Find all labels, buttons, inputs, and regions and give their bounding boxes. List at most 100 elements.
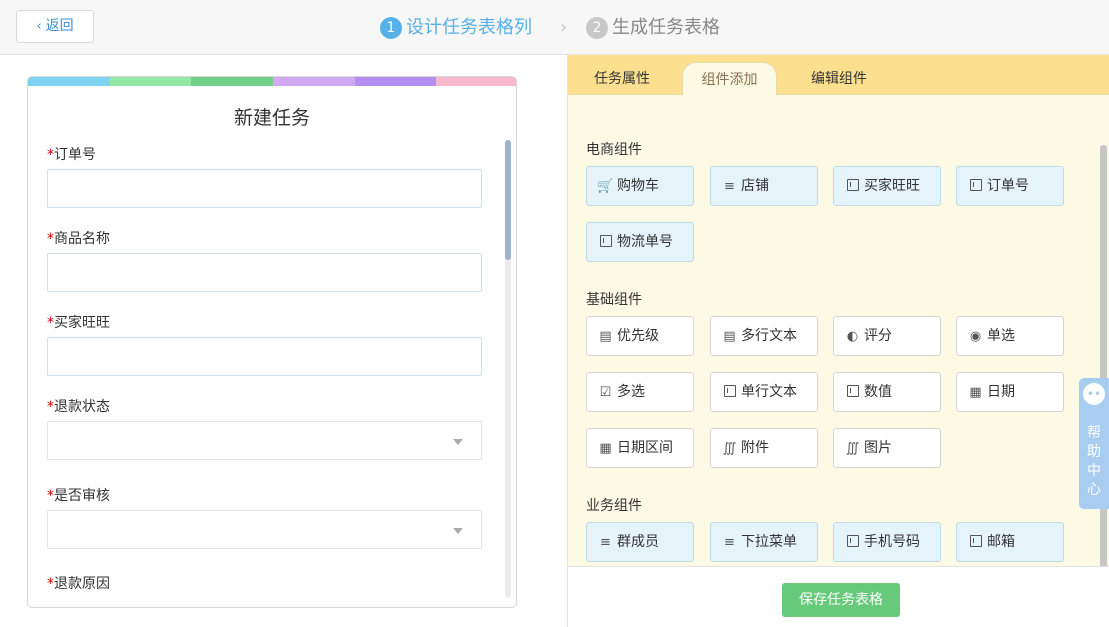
tab-add-component[interactable]: 组件添加	[682, 62, 777, 96]
caret-down-icon	[453, 528, 463, 534]
component-order-no[interactable]: 订单号	[956, 166, 1064, 206]
chevron-right-icon: ›	[560, 17, 568, 38]
list-icon: ≡	[600, 535, 611, 550]
calendar-icon: ▦	[599, 441, 612, 456]
component-label: 优先级	[617, 328, 659, 344]
component-phone-number[interactable]: 手机号码	[833, 522, 941, 562]
field-icon	[721, 374, 738, 412]
component-label: 日期	[987, 384, 1015, 400]
help-center-tab[interactable]: •• 帮 助 中 心	[1079, 378, 1109, 509]
component-label: 单行文本	[741, 384, 797, 400]
component-group-members[interactable]: ≡ 群成员	[586, 522, 694, 562]
step-label: 生成任务表格	[612, 17, 720, 38]
doc-icon: ▤	[723, 329, 736, 344]
step-design: 1 设计任务表格列	[380, 14, 532, 42]
chat-bubble-icon: ••	[1083, 383, 1105, 405]
field-label-refund-reason: *退款原因	[47, 573, 110, 593]
step-number: 1	[380, 17, 402, 39]
component-list: 电商组件 🛒 购物车 ≡ 店铺 买家旺旺 订单号 物流单号 基础组件 ▤ 优先级 ▤ 多…	[568, 95, 1109, 566]
required-mark: *	[47, 231, 54, 247]
step-generate: 2 生成任务表格	[586, 14, 720, 42]
component-single-choice[interactable]: ◉ 单选	[956, 316, 1064, 356]
tab-edit-component[interactable]: 编辑组件	[794, 62, 884, 96]
step-label: 设计任务表格列	[406, 17, 532, 38]
required-mark: *	[47, 315, 54, 331]
tab-task-properties[interactable]: 任务属性	[580, 62, 664, 96]
field-label-refund-status: *退款状态	[47, 396, 110, 416]
buyer-wangwang-input[interactable]	[47, 337, 482, 376]
doc-icon: ▤	[599, 329, 612, 344]
component-shop[interactable]: ≡ 店铺	[710, 166, 818, 206]
form-scrollbar-thumb[interactable]	[505, 140, 511, 260]
color-segment	[354, 77, 437, 86]
field-label-text: 是否审核	[54, 488, 110, 504]
component-label: 邮箱	[987, 534, 1015, 550]
field-label-text: 退款原因	[54, 576, 110, 592]
component-attachment[interactable]: ∭ 附件	[710, 428, 818, 468]
component-label: 附件	[741, 440, 769, 456]
component-panel: 任务属性 组件添加 编辑组件 电商组件 🛒 购物车 ≡ 店铺 买家旺旺 订单号 物流…	[567, 55, 1109, 627]
field-icon	[844, 374, 861, 412]
field-label-buyer-wangwang: *买家旺旺	[47, 312, 110, 332]
field-label-text: 退款状态	[54, 399, 110, 415]
required-mark: *	[47, 488, 54, 504]
color-segment	[273, 77, 355, 86]
component-label: 手机号码	[864, 534, 920, 550]
footer-bar: 保存任务表格	[568, 566, 1109, 627]
help-center-label: 帮 助 中 心	[1079, 424, 1109, 500]
paperclip-icon: ∭	[845, 441, 860, 456]
component-label: 物流单号	[617, 234, 673, 250]
refund-status-select[interactable]	[47, 421, 482, 460]
chevron-left-icon: ‹	[36, 19, 42, 34]
form-title: 新建任务	[233, 107, 310, 129]
component-rating[interactable]: ◐ 评分	[833, 316, 941, 356]
back-label: 返回	[45, 18, 74, 34]
component-email[interactable]: 邮箱	[956, 522, 1064, 562]
color-segment	[436, 77, 516, 86]
component-multiline-text[interactable]: ▤ 多行文本	[710, 316, 818, 356]
form-scrollbar[interactable]	[505, 140, 511, 598]
component-label: 评分	[864, 328, 892, 344]
component-dropdown-menu[interactable]: ≡ 下拉菜单	[710, 522, 818, 562]
component-label: 图片	[864, 440, 892, 456]
field-icon	[597, 224, 614, 262]
calendar-icon: ▦	[969, 385, 982, 400]
component-date[interactable]: ▦ 日期	[956, 372, 1064, 412]
save-task-table-button[interactable]: 保存任务表格	[782, 583, 900, 617]
back-button[interactable]: ‹ 返回	[16, 10, 94, 43]
order-no-input[interactable]	[47, 169, 482, 208]
list-icon: ≡	[724, 535, 735, 550]
component-label: 订单号	[987, 178, 1029, 194]
step-number: 2	[586, 17, 608, 39]
caret-down-icon	[453, 439, 463, 445]
component-label: 购物车	[617, 178, 659, 194]
component-cart[interactable]: 🛒 购物车	[586, 166, 694, 206]
component-label: 单选	[987, 328, 1015, 344]
component-label: 多行文本	[741, 328, 797, 344]
component-multi-choice[interactable]: ☑ 多选	[586, 372, 694, 412]
product-name-input[interactable]	[47, 253, 482, 292]
component-label: 日期区间	[617, 440, 673, 456]
pie-icon: ◐	[846, 329, 859, 344]
review-select[interactable]	[47, 510, 482, 549]
section-title-ecommerce: 电商组件	[586, 142, 642, 158]
component-label: 店铺	[741, 178, 769, 194]
field-icon	[844, 524, 861, 562]
component-date-range[interactable]: ▦ 日期区间	[586, 428, 694, 468]
list-icon: ≡	[724, 179, 735, 194]
component-image[interactable]: ∭ 图片	[833, 428, 941, 468]
required-mark: *	[47, 147, 54, 163]
component-number[interactable]: 数值	[833, 372, 941, 412]
component-single-line-text[interactable]: 单行文本	[710, 372, 818, 412]
color-bar	[28, 77, 516, 86]
field-label-text: 订单号	[54, 147, 96, 163]
required-mark: *	[47, 576, 54, 592]
field-icon	[844, 168, 861, 206]
form-card: 新建任务 *订单号 *商品名称 *买家旺旺 *退款状态 *是否审核 *退款原因	[27, 76, 517, 608]
component-priority[interactable]: ▤ 优先级	[586, 316, 694, 356]
component-label: 买家旺旺	[864, 178, 920, 194]
component-buyer-wangwang[interactable]: 买家旺旺	[833, 166, 941, 206]
component-tracking-no[interactable]: 物流单号	[586, 222, 694, 262]
top-bar: ‹ 返回 1 设计任务表格列 › 2 生成任务表格	[0, 0, 1109, 55]
section-title-basic: 基础组件	[586, 292, 642, 308]
